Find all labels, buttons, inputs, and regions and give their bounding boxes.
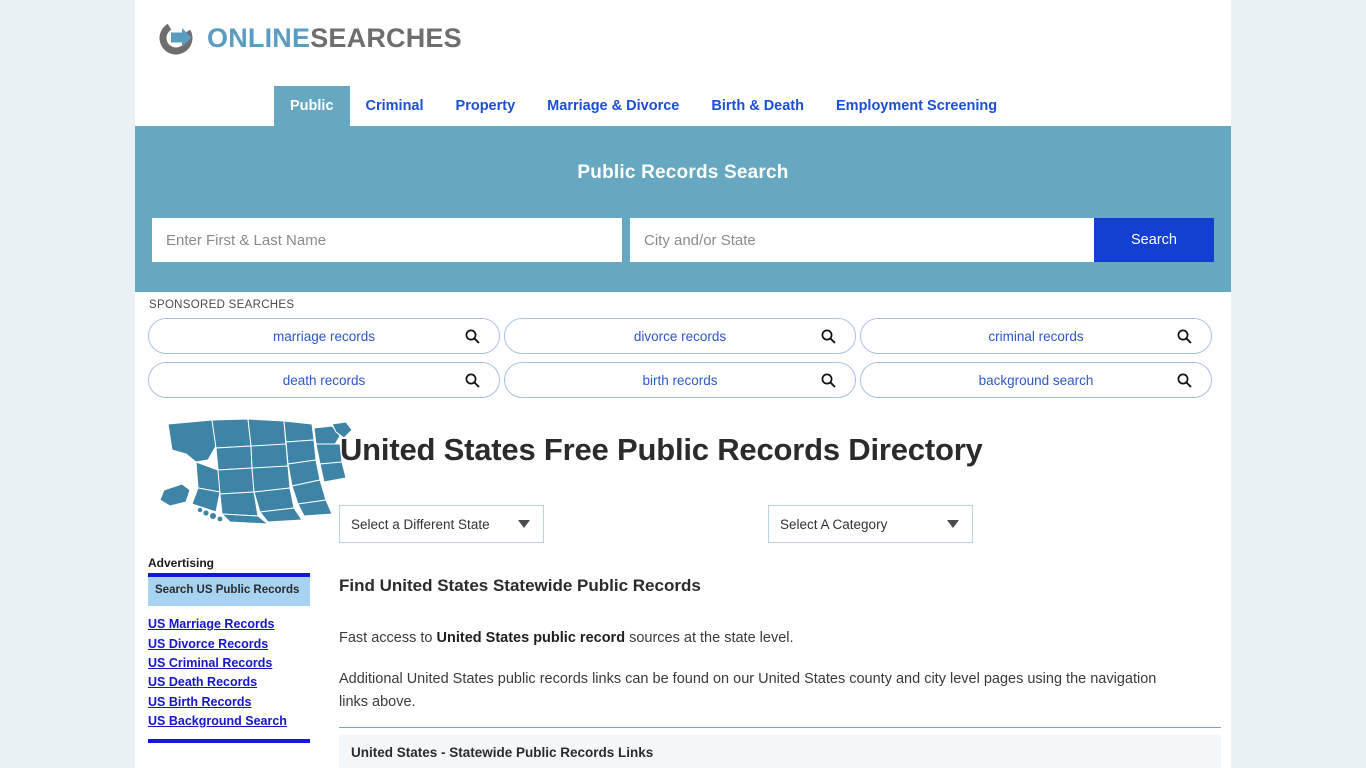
- search-name-input[interactable]: [152, 218, 622, 262]
- advertising-promo-text: Search US Public Records: [155, 584, 300, 596]
- advertising-link-list: US Marriage Records US Divorce Records U…: [148, 617, 310, 728]
- tab-employment-screening[interactable]: Employment Screening: [820, 86, 1013, 126]
- tab-birth-death[interactable]: Birth & Death: [695, 86, 820, 126]
- sponsored-pill-divorce-records[interactable]: divorce records: [504, 318, 856, 354]
- united-states-map: [156, 416, 356, 526]
- logo-text-primary: ONLINE: [207, 22, 311, 53]
- search-icon: [820, 328, 837, 350]
- sidebar-link-us-divorce-records[interactable]: US Divorce Records: [148, 637, 310, 651]
- search-icon: [820, 372, 837, 394]
- tab-property[interactable]: Property: [440, 86, 532, 126]
- sponsored-pill-label: death records: [282, 372, 366, 388]
- sponsored-pill-marriage-records[interactable]: marriage records: [148, 318, 500, 354]
- statewide-links-panel: United States - Statewide Public Records…: [339, 735, 1221, 768]
- state-select[interactable]: Select a Different State: [339, 505, 544, 543]
- state-select-value: Select a Different State: [351, 516, 490, 532]
- field-gap: [622, 218, 630, 262]
- chevron-down-icon: [947, 520, 959, 528]
- sponsored-pill-birth-records[interactable]: birth records: [504, 362, 856, 398]
- category-select[interactable]: Select A Category: [768, 505, 973, 543]
- circular-arrow-icon: [154, 16, 198, 60]
- sponsored-searches-list: marriage records divorce records crimina…: [148, 318, 1218, 398]
- advertising-promo-box[interactable]: Search US Public Records: [148, 577, 310, 607]
- advertising-heading: Advertising: [148, 556, 215, 570]
- chevron-down-icon: [518, 520, 530, 528]
- intro-prefix: Fast access to: [339, 630, 437, 646]
- tab-public[interactable]: Public: [274, 86, 350, 126]
- search-band-title: Public Records Search: [577, 162, 789, 183]
- main-navigation: Public Criminal Property Marriage & Divo…: [135, 86, 1231, 126]
- intro-suffix: sources at the state level.: [625, 630, 794, 646]
- sponsored-searches-label: SPONSORED SEARCHES: [149, 299, 295, 311]
- sponsored-pill-death-records[interactable]: death records: [148, 362, 500, 398]
- page-root: ONLINESEARCHES Public Criminal Property …: [0, 0, 1366, 768]
- intro-bold: United States public record: [436, 630, 626, 646]
- sidebar-link-us-criminal-records[interactable]: US Criminal Records: [148, 656, 310, 670]
- sidebar-link-us-background-search[interactable]: US Background Search: [148, 714, 310, 728]
- sponsored-pill-criminal-records[interactable]: criminal records: [860, 318, 1212, 354]
- intro-paragraph: Fast access to United States public reco…: [339, 630, 794, 646]
- search-submit-button[interactable]: Search: [1094, 218, 1214, 262]
- page-title: United States Free Public Records Direct…: [340, 432, 983, 467]
- search-icon: [464, 328, 481, 350]
- secondary-paragraph: Additional United States public records …: [339, 671, 1157, 711]
- sponsored-pill-label: divorce records: [633, 328, 727, 344]
- tab-criminal[interactable]: Criminal: [350, 86, 440, 126]
- category-select-value: Select A Category: [780, 516, 888, 532]
- search-form: Search: [152, 218, 1214, 262]
- sponsored-pill-label: birth records: [642, 372, 718, 388]
- logo-wordmark: ONLINESEARCHES: [207, 22, 462, 53]
- logo-text-secondary: SEARCHES: [310, 22, 462, 53]
- search-icon: [1176, 372, 1193, 394]
- sponsored-pill-label: criminal records: [988, 328, 1084, 344]
- section-divider: [339, 727, 1221, 728]
- sidebar-link-us-marriage-records[interactable]: US Marriage Records: [148, 617, 310, 631]
- public-records-search-band: Public Records Search Search: [135, 126, 1231, 292]
- sidebar-link-us-death-records[interactable]: US Death Records: [148, 675, 310, 689]
- statewide-links-heading: United States - Statewide Public Records…: [351, 745, 654, 760]
- content-shell: ONLINESEARCHES Public Criminal Property …: [135, 0, 1231, 768]
- search-icon: [464, 372, 481, 394]
- section-heading: Find United States Statewide Public Reco…: [339, 576, 701, 595]
- sponsored-pill-background-search[interactable]: background search: [860, 362, 1212, 398]
- sponsored-pill-label: marriage records: [272, 328, 376, 344]
- sponsored-pill-label: background search: [978, 372, 1094, 388]
- search-city-input[interactable]: [630, 218, 1094, 262]
- site-logo[interactable]: ONLINESEARCHES: [154, 16, 462, 60]
- advertising-sidebar: Advertising Search US Public Records US …: [148, 556, 310, 744]
- tab-marriage-divorce[interactable]: Marriage & Divorce: [531, 86, 695, 126]
- search-icon: [1176, 328, 1193, 350]
- advertising-bottom-rule: [148, 739, 310, 744]
- sidebar-link-us-birth-records[interactable]: US Birth Records: [148, 695, 310, 709]
